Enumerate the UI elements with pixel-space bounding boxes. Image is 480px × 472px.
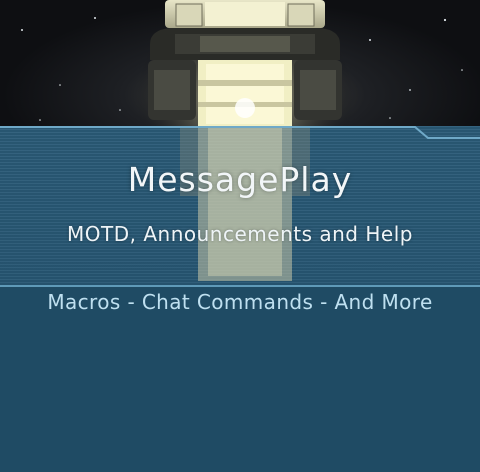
page-subtitle: MOTD, Announcements and Help (67, 222, 413, 246)
title-banner (0, 126, 480, 286)
engine-reflection (180, 126, 310, 281)
page-title: MessagePlay (127, 160, 353, 199)
feature-tagline: Macros - Chat Commands - And More (47, 290, 433, 314)
spaceship-engine-icon (21, 0, 463, 140)
lower-panel (0, 287, 480, 472)
banner-top-edge (0, 126, 480, 139)
